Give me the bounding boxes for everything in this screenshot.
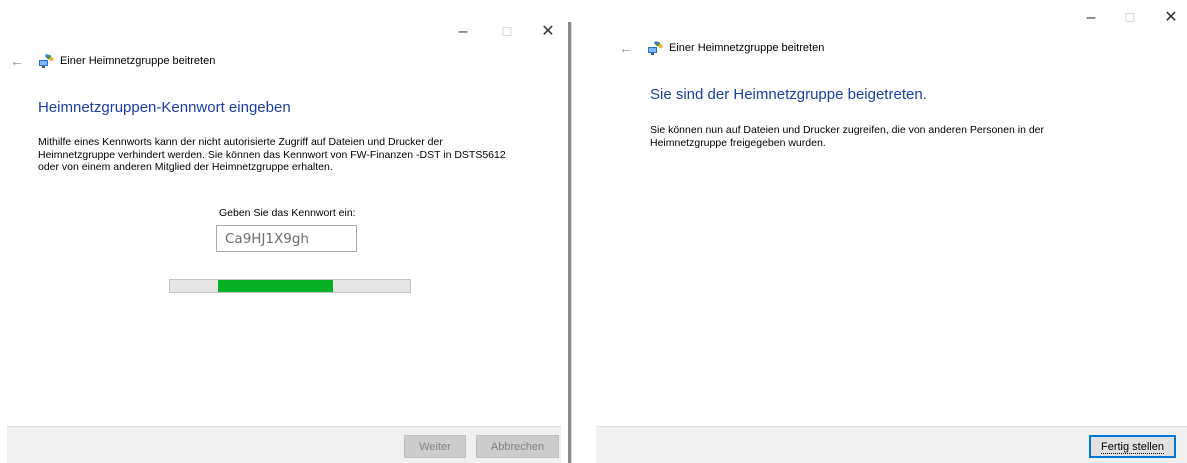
homegroup-icon <box>648 41 663 55</box>
description-text: Mithilfe eines Kennworts kann der nicht … <box>38 136 506 174</box>
description-line: Mithilfe eines Kennworts kann der nicht … <box>38 136 443 148</box>
description-line: oder von einem anderen Mitglied der Heim… <box>38 161 333 173</box>
back-arrow-icon[interactable]: ← <box>619 40 633 56</box>
password-input[interactable] <box>216 225 357 252</box>
progress-fill <box>218 280 334 292</box>
close-button[interactable]: ✕ <box>538 24 558 40</box>
progress-bar <box>169 279 411 293</box>
page-heading: Heimnetzgruppen-Kennwort eingeben <box>38 99 291 116</box>
finish-button[interactable]: Fertig stellen <box>1089 435 1176 458</box>
minimize-button[interactable]: – <box>1081 10 1101 26</box>
description-text: Sie können nun auf Dateien und Drucker z… <box>650 124 1044 149</box>
button-bar: Weiter Abbrechen <box>7 426 561 463</box>
back-arrow-icon[interactable]: ← <box>10 53 24 69</box>
window-title: Einer Heimnetzgruppe beitreten <box>669 42 825 54</box>
description-line: Heimnetzgruppe freigegeben wurden. <box>650 136 826 149</box>
next-button[interactable]: Weiter <box>404 435 466 458</box>
page-heading: Sie sind der Heimnetzgruppe beigetreten. <box>650 86 927 103</box>
cancel-button[interactable]: Abbrechen <box>476 435 559 458</box>
left-wizard-window: – ☐ ✕ ← Einer Heimnetzgruppe beitreten H… <box>0 0 568 463</box>
homegroup-icon <box>39 54 54 68</box>
description-line: Heimnetzgruppe verhindert werden. Sie kö… <box>38 148 506 161</box>
title-row: ← Einer Heimnetzgruppe beitreten <box>10 53 215 69</box>
title-row: ← Einer Heimnetzgruppe beitreten <box>619 40 824 56</box>
finish-button-label: Fertig stellen <box>1101 440 1164 454</box>
window-divider-edge <box>571 22 572 463</box>
maximize-button[interactable]: ☐ <box>1120 10 1140 26</box>
password-label: Geben Sie das Kennwort ein: <box>219 207 356 219</box>
right-wizard-window: – ☐ ✕ ← Einer Heimnetzgruppe beitreten S… <box>575 0 1187 463</box>
description-line: Sie können nun auf Dateien und Drucker z… <box>650 124 1045 136</box>
minimize-button[interactable]: – <box>453 24 473 40</box>
button-bar: Fertig stellen <box>596 426 1187 463</box>
maximize-button[interactable]: ☐ <box>497 24 517 40</box>
window-title: Einer Heimnetzgruppe beitreten <box>60 55 216 67</box>
close-button[interactable]: ✕ <box>1161 10 1181 26</box>
